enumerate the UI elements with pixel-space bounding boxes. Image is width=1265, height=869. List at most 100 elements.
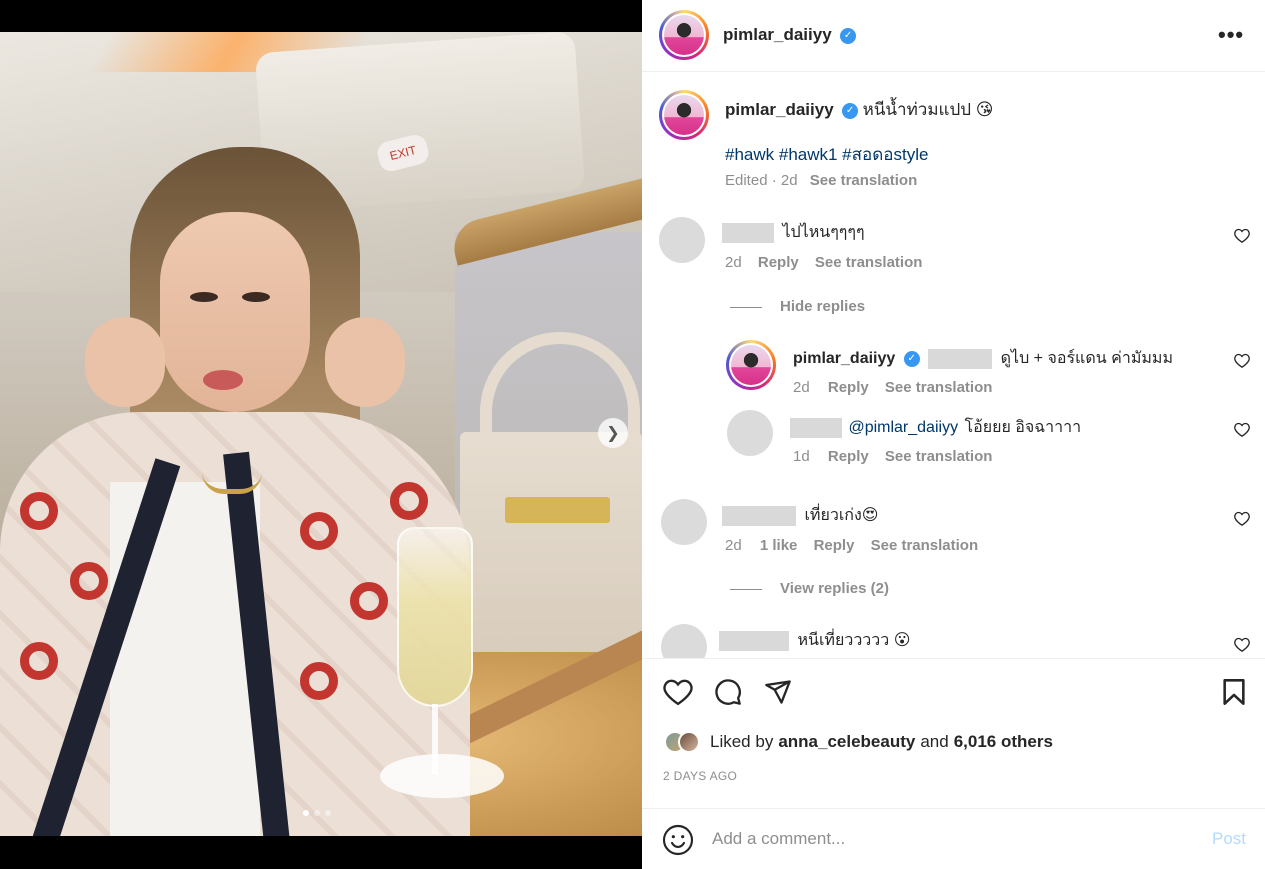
heart-icon [663,679,693,706]
heart-icon [1234,353,1250,368]
heart-icon [1234,422,1250,437]
post-media: EXIT ❯ [0,0,642,869]
post-header: pimlar_daiiyy ✓ ••• [642,0,1265,72]
liked-by-and: and [920,732,949,751]
reply-time: 1d [793,448,810,465]
liker-avatar[interactable] [678,731,700,753]
like-reply-button[interactable] [1234,353,1250,372]
liked-by-user[interactable]: anna_celebeauty [778,732,915,752]
more-horizontal-icon: ••• [1218,22,1245,47]
comment-input[interactable] [712,827,1182,851]
reply-mention[interactable]: @pimlar_daiiyy [848,419,958,436]
send-paper-plane-icon [765,680,791,704]
sweater-pattern [20,642,58,680]
reply-username[interactable]: pimlar_daiiyy [793,350,895,367]
comment-text: เที่ยวเก่ง😍 [804,507,879,524]
bookmark-icon [1223,679,1245,705]
carousel-dot [325,810,331,816]
reply-button[interactable]: Reply [758,254,799,271]
like-reply-button[interactable] [1234,422,1250,441]
reply-text: โอ้ยยย อิจฉาาาา [964,419,1082,436]
reply-button[interactable]: Reply [828,448,869,465]
save-button[interactable] [1219,677,1249,707]
divider-line [730,588,762,590]
hide-replies-button[interactable]: Hide replies [730,298,865,315]
like-comment-button[interactable] [1234,511,1250,530]
emoji-button[interactable] [662,824,694,856]
verified-badge-icon: ✓ [842,102,859,119]
see-translation-link[interactable]: See translation [871,537,979,554]
comment-text: หนีเที่ยววววว 😮 [797,632,911,649]
see-translation-link[interactable]: See translation [885,448,993,465]
bag-clasp [505,497,610,523]
more-options-button[interactable]: ••• [1218,22,1244,48]
carousel-indicator [303,810,331,816]
mentioned-username[interactable] [928,348,993,369]
avatar-image [664,15,704,55]
see-translation-link[interactable]: See translation [810,172,918,189]
author-avatar[interactable] [659,10,709,60]
caption-edited-time: Edited · 2d [725,172,798,189]
comment-text: ไปไหนๆๆๆๆ [782,224,865,241]
comment-time: 2d [725,254,742,271]
liked-by-count[interactable]: 6,016 others [954,732,1053,752]
reply-avatar[interactable] [727,410,773,456]
sweater-pattern [20,492,58,530]
avatar-image [664,95,704,135]
hide-replies-label: Hide replies [780,298,866,315]
caption-hashtags[interactable]: #hawk #hawk1 #สอดอstyle [725,141,928,168]
see-translation-link[interactable]: See translation [885,379,993,396]
action-bar: Liked by anna_celebeauty and 6,016 other… [642,658,1265,808]
view-replies-button[interactable]: View replies (2) [730,580,889,597]
like-button[interactable] [663,677,693,707]
see-translation-link[interactable]: See translation [815,254,923,271]
commenter-username[interactable] [722,222,774,243]
like-comment-button[interactable] [1234,637,1250,656]
hand [85,317,165,407]
comment-bubble-icon [715,679,741,705]
commenter-avatar[interactable] [661,499,707,545]
comment-time: 2d [725,537,742,554]
heart-icon [1234,637,1250,652]
chevron-right-icon: ❯ [606,425,620,442]
liked-by-prefix: Liked by [710,732,774,751]
add-comment-bar: Post [642,808,1265,869]
author-username[interactable]: pimlar_daiiyy [723,25,832,44]
reply-button[interactable]: Reply [828,379,869,396]
commenter-avatar[interactable] [661,624,707,658]
post-panel: pimlar_daiiyy ✓ ••• pimlar_daiiyy ✓ หนีน… [642,0,1265,869]
caption-avatar[interactable] [659,90,709,140]
share-button[interactable] [763,677,793,707]
comment-likes-link[interactable]: 1 like [760,537,798,554]
eye [242,292,270,302]
reply-time: 2d [793,379,810,396]
heart-icon [1234,228,1250,243]
view-replies-label: View replies (2) [780,580,889,597]
sweater-pattern [350,582,388,620]
caption-username[interactable]: pimlar_daiiyy [725,100,834,119]
commenter-username[interactable] [722,505,796,526]
emoji-smiley-icon [662,824,694,856]
post-photo[interactable]: EXIT [0,32,642,836]
post-comment-button[interactable]: Post [1212,829,1246,849]
commenter-username[interactable] [719,630,789,651]
sweater-pattern [390,482,428,520]
comments-list[interactable]: pimlar_daiiyy ✓ หนีน้ำท่วมแปป 😘 #hawk #h… [642,72,1265,658]
hand [325,317,405,407]
verified-badge-icon: ✓ [903,350,920,367]
post-timestamp[interactable]: 2 DAYS AGO [663,769,737,783]
sweater-pattern [70,562,108,600]
like-comment-button[interactable] [1234,228,1250,247]
reply-button[interactable]: Reply [814,537,855,554]
carousel-dot [303,810,309,816]
verified-badge-icon: ✓ [840,27,857,44]
reply-username[interactable] [790,417,842,438]
divider-line [730,306,762,308]
reply-text: ดูไบ + จอร์แดน ค่ามัมมม [1000,350,1174,367]
reply-avatar[interactable] [726,340,776,390]
champagne-glass [397,527,473,707]
commenter-avatar[interactable] [659,217,705,263]
next-photo-button[interactable]: ❯ [598,418,628,448]
heart-icon [1234,511,1250,526]
comment-button[interactable] [713,677,743,707]
